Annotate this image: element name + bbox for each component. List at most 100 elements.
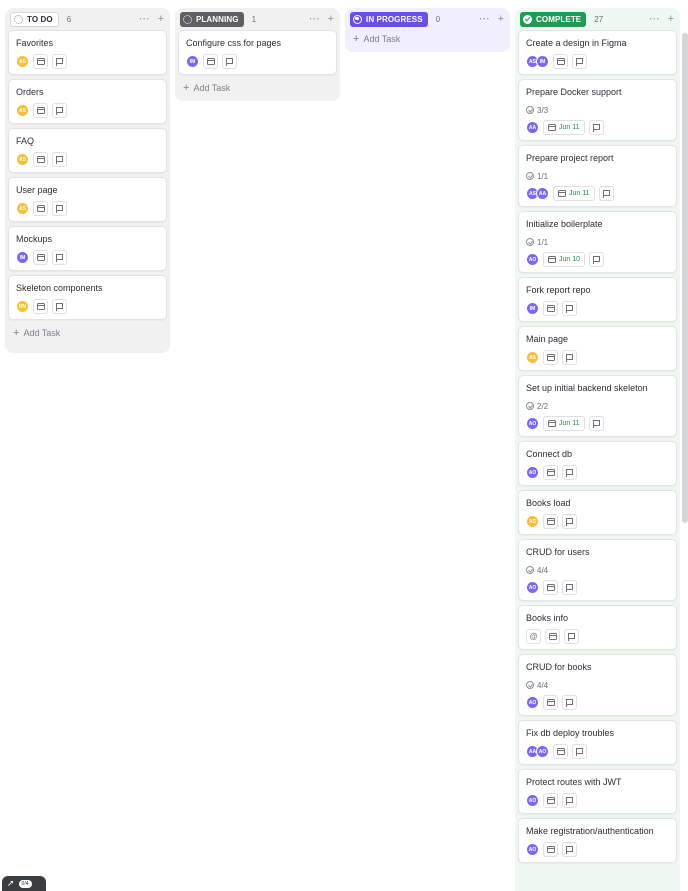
task-card[interactable]: CRUD for users 4/4 AO <box>518 539 677 601</box>
plus-icon[interactable]: + <box>328 13 334 25</box>
task-card[interactable]: Connect db AO <box>518 441 677 486</box>
more-icon[interactable]: ⋯ <box>139 13 150 25</box>
assignees[interactable]: AO <box>526 253 539 266</box>
task-title[interactable]: CRUD for books <box>526 661 670 673</box>
subtask-progress[interactable]: 2/2 <box>526 401 670 411</box>
scrollbar[interactable] <box>682 33 688 523</box>
task-card[interactable]: Favorites AS <box>8 30 167 75</box>
priority-button[interactable] <box>589 252 605 267</box>
avatar[interactable]: AS <box>526 351 539 364</box>
subtask-progress[interactable]: 4/4 <box>526 565 670 575</box>
task-card[interactable]: Mockups IM <box>8 226 167 271</box>
task-title[interactable]: Configure css for pages <box>186 37 330 49</box>
priority-button[interactable] <box>572 744 587 759</box>
due-date-button[interactable] <box>543 793 558 808</box>
assignees[interactable]: AO <box>526 843 539 856</box>
task-title[interactable]: Books load <box>526 497 670 509</box>
avatar[interactable]: AO <box>526 794 539 807</box>
assignees[interactable]: IM <box>16 251 29 264</box>
task-title[interactable]: Favorites <box>16 37 160 49</box>
priority-button[interactable] <box>562 842 577 857</box>
assignees[interactable]: AO <box>526 417 539 430</box>
assignees[interactable]: AA AO <box>526 745 549 758</box>
due-date-button[interactable] <box>543 514 558 529</box>
task-title[interactable]: Orders <box>16 86 160 98</box>
priority-button[interactable] <box>562 514 577 529</box>
subtask-progress[interactable]: 4/4 <box>526 680 670 690</box>
due-date-button[interactable] <box>33 54 48 69</box>
assignees[interactable]: RN <box>16 300 29 313</box>
assignees[interactable]: AO <box>526 794 539 807</box>
assignees[interactable]: IM <box>186 55 199 68</box>
due-date-button[interactable] <box>553 54 568 69</box>
avatar[interactable]: AS <box>16 153 29 166</box>
priority-button[interactable] <box>564 629 579 644</box>
priority-button[interactable] <box>562 301 577 316</box>
due-date-button[interactable]: Jun 11 <box>543 416 585 431</box>
assignees[interactable]: IM <box>526 302 539 315</box>
priority-button[interactable] <box>588 416 604 431</box>
due-date-button[interactable] <box>203 54 218 69</box>
task-card[interactable]: Create a design in Figma AS IM <box>518 30 677 75</box>
more-icon[interactable]: ⋯ <box>479 13 490 25</box>
task-title[interactable]: Protect routes with JWT <box>526 776 670 788</box>
task-card[interactable]: Fix db deploy troubles AA AO <box>518 720 677 765</box>
priority-button[interactable] <box>588 120 604 135</box>
add-task-button[interactable]: + Add Task <box>5 324 170 342</box>
task-title[interactable]: Skeleton components <box>16 282 160 294</box>
avatar[interactable]: IM <box>526 302 539 315</box>
due-date-button[interactable] <box>543 842 558 857</box>
avatar[interactable]: AO <box>526 843 539 856</box>
task-card[interactable]: Make registration/authentication AO <box>518 818 677 863</box>
task-card[interactable]: Protect routes with JWT AO <box>518 769 677 814</box>
assignees[interactable]: AS <box>526 515 539 528</box>
task-title[interactable]: Connect db <box>526 448 670 460</box>
priority-button[interactable] <box>52 54 67 69</box>
progress-widget[interactable]: ➚ 0/4 <box>2 876 46 891</box>
due-date-button[interactable] <box>33 152 48 167</box>
task-card[interactable]: FAQ AS <box>8 128 167 173</box>
task-title[interactable]: Make registration/authentication <box>526 825 670 837</box>
avatar[interactable]: RN <box>16 300 29 313</box>
priority-button[interactable] <box>562 695 577 710</box>
task-card[interactable]: User page AS <box>8 177 167 222</box>
task-card[interactable]: CRUD for books 4/4 AO <box>518 654 677 716</box>
task-card[interactable]: Main page AS <box>518 326 677 371</box>
assignees[interactable]: AO <box>526 466 539 479</box>
avatar[interactable]: AA <box>526 121 539 134</box>
priority-button[interactable] <box>52 103 67 118</box>
status-pill-todo[interactable]: TO DO <box>10 11 59 27</box>
avatar[interactable]: IM <box>536 55 549 68</box>
task-card[interactable]: Prepare Docker support 3/3 AA Jun 11 <box>518 79 677 141</box>
avatar[interactable]: IM <box>16 251 29 264</box>
task-title[interactable]: FAQ <box>16 135 160 147</box>
more-icon[interactable]: ⋯ <box>649 13 660 25</box>
task-title[interactable]: Fork report repo <box>526 284 670 296</box>
priority-button[interactable] <box>52 201 67 216</box>
task-title[interactable]: Create a design in Figma <box>526 37 670 49</box>
plus-icon[interactable]: + <box>668 13 674 25</box>
due-date-button[interactable] <box>545 629 560 644</box>
priority-button[interactable] <box>52 250 67 265</box>
priority-button[interactable] <box>222 54 237 69</box>
priority-button[interactable] <box>562 580 577 595</box>
task-title[interactable]: Prepare project report <box>526 152 670 164</box>
priority-button[interactable] <box>52 152 67 167</box>
task-title[interactable]: CRUD for users <box>526 546 670 558</box>
due-date-button[interactable] <box>553 744 568 759</box>
status-pill-complete[interactable]: COMPLETE <box>520 11 587 27</box>
priority-button[interactable] <box>562 793 577 808</box>
task-card[interactable]: Configure css for pages IM <box>178 30 337 75</box>
avatar[interactable]: AO <box>526 696 539 709</box>
priority-button[interactable] <box>562 350 577 365</box>
avatar[interactable]: AS <box>526 515 539 528</box>
assignees[interactable]: AS <box>526 351 539 364</box>
subtask-progress[interactable]: 1/1 <box>526 171 670 181</box>
assignees[interactable]: AS <box>16 153 29 166</box>
avatar[interactable]: AS <box>16 55 29 68</box>
task-card[interactable]: Set up initial backend skeleton 2/2 AO Jun … <box>518 375 677 437</box>
add-task-button[interactable]: + Add Task <box>345 30 510 48</box>
avatar[interactable]: AS <box>16 104 29 117</box>
more-icon[interactable]: ⋯ <box>309 13 320 25</box>
task-card[interactable]: Orders AS <box>8 79 167 124</box>
